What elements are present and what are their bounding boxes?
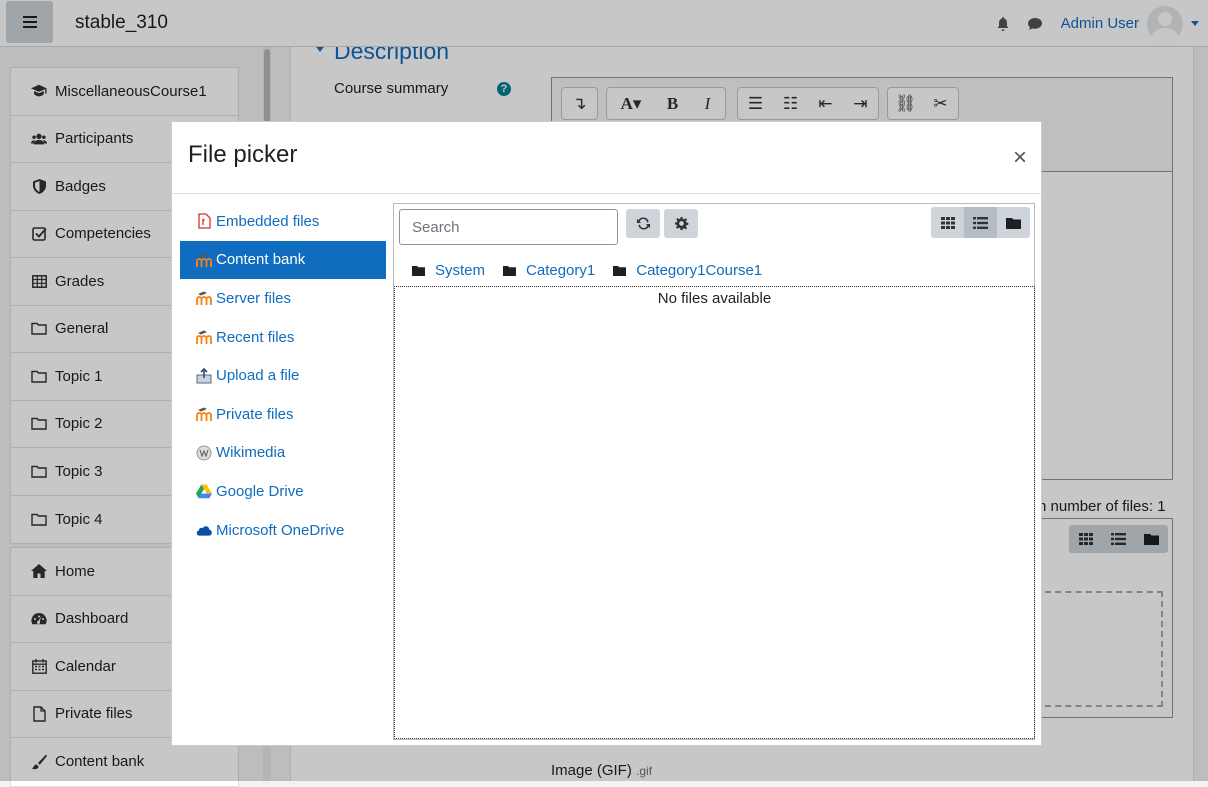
onedrive-icon xyxy=(196,522,212,538)
folder-icon xyxy=(613,266,627,276)
repository-upload-a-file[interactable]: Upload a file xyxy=(180,356,386,395)
breadcrumb-segment: Category1 xyxy=(503,262,595,279)
folder-icon xyxy=(1006,217,1021,229)
grid-view-button[interactable] xyxy=(931,207,964,238)
repository-label: Private files xyxy=(216,405,294,423)
repository-label: Embedded files xyxy=(216,212,320,230)
repository-label: Upload a file xyxy=(216,367,300,385)
repository-recent-files[interactable]: Recent files xyxy=(180,318,386,357)
breadcrumb-link[interactable]: System xyxy=(435,262,485,279)
repository-label: Microsoft OneDrive xyxy=(216,521,345,539)
breadcrumb-segment: System xyxy=(412,262,485,279)
repository-label: Server files xyxy=(216,289,292,307)
tree-view-button[interactable] xyxy=(997,207,1030,238)
repository-content-bank[interactable]: Content bank xyxy=(180,240,386,280)
repository-list: Embedded files Content bank Server files Re… xyxy=(180,202,386,549)
upload-icon xyxy=(196,367,212,384)
google-drive-icon xyxy=(196,483,212,499)
search-input[interactable] xyxy=(399,209,618,245)
repository-microsoft-onedrive[interactable]: Microsoft OneDrive xyxy=(180,511,386,550)
file-picker-dialog: File picker × Embedded files Content bank… xyxy=(171,121,1042,746)
refresh-icon xyxy=(636,217,650,230)
view-switcher xyxy=(931,207,1030,238)
wikimedia-icon xyxy=(196,445,212,461)
breadcrumb-segment: Category1Course1 xyxy=(613,262,762,279)
list-view-button[interactable] xyxy=(964,207,997,238)
file-browser-panel: System Category1 Category1Course1 No files… xyxy=(393,203,1035,740)
repository-wikimedia[interactable]: Wikimedia xyxy=(180,434,386,473)
settings-button[interactable] xyxy=(664,209,698,238)
embedded-files-icon xyxy=(196,213,212,229)
repository-google-drive[interactable]: Google Drive xyxy=(180,472,386,511)
breadcrumb: System Category1 Category1Course1 xyxy=(412,262,780,279)
folder-icon xyxy=(412,266,425,276)
moodle-icon xyxy=(196,290,212,306)
refresh-button[interactable] xyxy=(626,209,660,238)
breadcrumb-link[interactable]: Category1 xyxy=(526,262,595,279)
moodle-icon xyxy=(196,329,212,345)
moodle-icon xyxy=(196,252,212,268)
breadcrumb-link[interactable]: Category1Course1 xyxy=(636,262,762,279)
file-list-area: No files available xyxy=(394,286,1035,739)
repository-embedded-files[interactable]: Embedded files xyxy=(180,202,386,241)
modal-title: File picker xyxy=(188,141,298,168)
grid-icon xyxy=(940,216,955,229)
repository-label: Recent files xyxy=(216,328,295,346)
moodle-icon xyxy=(196,406,212,422)
gear-icon xyxy=(674,216,688,231)
close-icon[interactable]: × xyxy=(1013,146,1027,170)
repository-label: Content bank xyxy=(216,251,306,269)
empty-message: No files available xyxy=(657,290,772,307)
repository-label: Wikimedia xyxy=(216,444,286,462)
repository-server-files[interactable]: Server files xyxy=(180,279,386,318)
modal-header: File picker × xyxy=(172,122,1041,194)
list-icon xyxy=(973,216,988,229)
folder-icon xyxy=(503,266,517,276)
repository-private-files[interactable]: Private files xyxy=(180,395,386,434)
repository-label: Google Drive xyxy=(216,482,304,500)
